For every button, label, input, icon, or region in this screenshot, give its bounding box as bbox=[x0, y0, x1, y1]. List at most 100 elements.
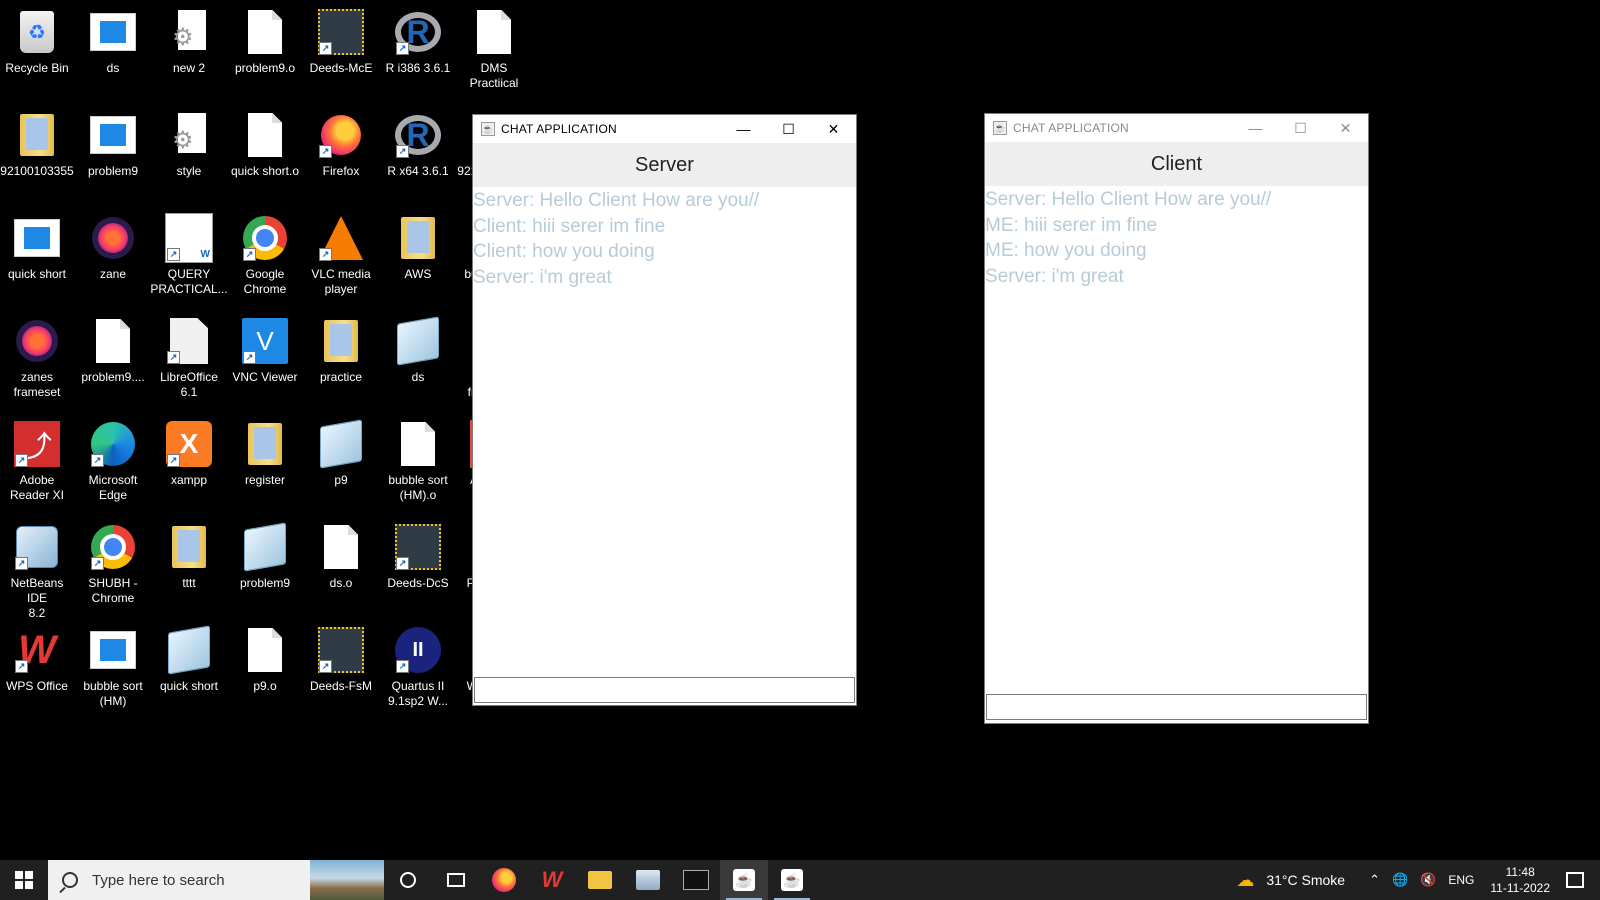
desktop-icon[interactable]: quick short bbox=[0, 214, 75, 282]
desktop-icon-label: problem9.... bbox=[81, 370, 145, 384]
desktop-icon[interactable]: R ↗ R x64 3.6.1 bbox=[380, 111, 456, 179]
taskbar-search-box[interactable]: Type here to search bbox=[48, 860, 384, 900]
firefox-html-icon bbox=[13, 317, 61, 365]
desktop-icon[interactable]: ⤴ ↗ Adobe Reader XI bbox=[0, 420, 75, 503]
desktop-icon[interactable]: R ↗ R i386 3.6.1 bbox=[380, 8, 456, 76]
desktop-icon-label: p9 bbox=[334, 473, 348, 487]
xampp-icon: X ↗ bbox=[165, 420, 213, 468]
client-chat-window[interactable]: ☕ CHAT APPLICATION — ☐ ✕ Client Server: … bbox=[984, 113, 1369, 724]
desktop-icon[interactable]: II ↗ Quartus II 9.1sp2 W... bbox=[380, 626, 456, 709]
desktop-icon[interactable]: ↗ QUERY PRACTICAL... bbox=[150, 213, 228, 297]
desktop-icon[interactable]: ↗ Firefox bbox=[303, 111, 379, 179]
desktop-icon-label: quick short.o bbox=[230, 164, 300, 178]
notifications-icon[interactable] bbox=[1566, 872, 1584, 888]
wps-office-icon: W ↗ bbox=[13, 626, 61, 674]
desktop-icon[interactable]: ↗ Deeds-McE bbox=[303, 8, 379, 76]
chevron-up-icon[interactable]: ⌃ bbox=[1369, 872, 1380, 888]
maximize-button[interactable]: ☐ bbox=[766, 115, 811, 143]
desktop-icon[interactable]: tttt bbox=[151, 523, 227, 591]
desktop-icon[interactable]: ↗ Microsoft Edge bbox=[75, 420, 151, 503]
desktop-icon[interactable]: ♻ Recycle Bin bbox=[0, 8, 75, 76]
clock[interactable]: 11:48 11-11-2022 bbox=[1490, 864, 1550, 896]
blank-file-icon bbox=[394, 420, 442, 468]
desktop-icon[interactable]: ↗ Deeds-FsM bbox=[303, 626, 379, 694]
desktop-icon[interactable]: quick short bbox=[151, 625, 227, 694]
desktop-icon[interactable]: 92100103355 bbox=[0, 111, 75, 179]
taskbar-java-server[interactable]: ☕ bbox=[720, 860, 768, 900]
desktop-icon-label: ds bbox=[411, 370, 425, 384]
desktop-icon-label: new 2 bbox=[172, 61, 206, 75]
java-app-icon: ☕ bbox=[993, 121, 1007, 135]
minimize-button[interactable]: — bbox=[721, 115, 766, 143]
taskbar-wps-office[interactable]: W bbox=[528, 860, 576, 900]
weather-text[interactable]: 31°C Smoke bbox=[1266, 872, 1345, 888]
close-button[interactable]: ✕ bbox=[1323, 114, 1368, 142]
desktop-icon[interactable]: register bbox=[227, 420, 303, 488]
weather-icon[interactable]: ☁ bbox=[1236, 870, 1254, 891]
taskbar-command-prompt[interactable] bbox=[672, 860, 720, 900]
desktop-icon[interactable]: AWS bbox=[380, 214, 456, 282]
server-chat-window[interactable]: ☕ CHAT APPLICATION — ☐ ✕ Server Server: … bbox=[472, 114, 857, 706]
start-button[interactable] bbox=[0, 860, 48, 900]
desktop-icon-label: DMS Practiical bbox=[469, 61, 519, 90]
desktop-icon[interactable]: W ↗ WPS Office bbox=[0, 626, 75, 694]
folder-icon bbox=[394, 214, 442, 262]
desktop-icon[interactable]: bubble sort (HM) bbox=[75, 626, 151, 709]
desktop-icon[interactable]: ⚙ new 2 bbox=[151, 8, 227, 76]
client-message-area: Server: Hello Client How are you// ME: h… bbox=[985, 186, 1368, 289]
client-title-bar[interactable]: ☕ CHAT APPLICATION — ☐ ✕ bbox=[985, 114, 1368, 142]
notepad-icon bbox=[394, 316, 442, 366]
desktop-icon[interactable]: ↗ VLC media player bbox=[303, 214, 379, 297]
desktop-icon[interactable]: DMS Practiical bbox=[456, 8, 532, 91]
desktop-icon[interactable]: ↗ SHUBH - Chrome bbox=[75, 523, 151, 606]
desktop-icon[interactable]: X ↗ xampp bbox=[151, 420, 227, 488]
server-title-bar[interactable]: ☕ CHAT APPLICATION — ☐ ✕ bbox=[473, 115, 856, 143]
taskbar-firefox[interactable] bbox=[480, 860, 528, 900]
desktop-icon[interactable]: practice bbox=[303, 317, 379, 385]
desktop-icon[interactable]: ↗ Google Chrome bbox=[227, 214, 303, 297]
desktop-icon[interactable]: problem9.o bbox=[227, 8, 303, 76]
shortcut-arrow-icon: ↗ bbox=[319, 42, 332, 55]
desktop-icon[interactable]: problem9 bbox=[75, 111, 151, 179]
desktop-icon[interactable]: ↗ Deeds-DcS bbox=[380, 523, 456, 591]
desktop-icon-label: LibreOffice 6.1 bbox=[160, 370, 218, 399]
desktop-icon[interactable]: p9.o bbox=[227, 626, 303, 694]
language-indicator[interactable]: ENG bbox=[1448, 873, 1474, 887]
window-file-icon bbox=[89, 626, 137, 674]
maximize-button[interactable]: ☐ bbox=[1278, 114, 1323, 142]
desktop-icon[interactable]: bubble sort (HM).o bbox=[380, 420, 456, 503]
desktop-icon[interactable]: ↗ LibreOffice 6.1 bbox=[151, 317, 227, 400]
desktop-icon-label: bubble sort (HM).o bbox=[388, 473, 448, 502]
shortcut-arrow-icon: ↗ bbox=[167, 454, 180, 467]
desktop-icon[interactable]: ↗ NetBeans IDE 8.2 bbox=[0, 523, 75, 621]
desktop-icon[interactable]: zane bbox=[75, 214, 151, 282]
taskbar-file-explorer[interactable] bbox=[576, 860, 624, 900]
desktop-icon[interactable]: ds bbox=[75, 8, 151, 76]
taskbar-java-client[interactable]: ☕ bbox=[768, 860, 816, 900]
desktop-icon[interactable]: V ↗ VNC Viewer bbox=[227, 317, 303, 385]
blank-file-icon bbox=[241, 8, 289, 56]
terminal-icon bbox=[683, 870, 709, 890]
shortcut-arrow-icon: ↗ bbox=[319, 248, 332, 261]
volume-muted-icon[interactable]: 🔇 bbox=[1420, 872, 1436, 888]
desktop-icon-label: xampp bbox=[170, 473, 208, 487]
chrome-profile-icon: ↗ bbox=[89, 523, 137, 571]
desktop-icon[interactable]: problem9 bbox=[227, 522, 303, 591]
desktop-icon[interactable]: ⚙ style bbox=[151, 111, 227, 179]
desktop-icon[interactable]: ds.o bbox=[303, 523, 379, 591]
client-message-input[interactable] bbox=[986, 694, 1367, 720]
taskbar-control-panel[interactable] bbox=[624, 860, 672, 900]
network-icon[interactable]: 🌐 bbox=[1392, 872, 1408, 888]
desktop-icon[interactable]: p9 bbox=[303, 419, 379, 488]
desktop-icon-label: WPS Office bbox=[6, 679, 68, 693]
server-message-input[interactable] bbox=[474, 677, 855, 703]
window-file-icon bbox=[13, 214, 61, 262]
close-button[interactable]: ✕ bbox=[811, 115, 856, 143]
desktop-icon[interactable]: ds bbox=[380, 316, 456, 385]
task-view-button[interactable] bbox=[432, 860, 480, 900]
minimize-button[interactable]: — bbox=[1233, 114, 1278, 142]
desktop-icon[interactable]: zanes frameset bbox=[0, 317, 75, 400]
desktop-icon[interactable]: problem9.... bbox=[75, 317, 151, 385]
cortana-button[interactable] bbox=[384, 860, 432, 900]
desktop-icon[interactable]: quick short.o bbox=[227, 111, 303, 179]
